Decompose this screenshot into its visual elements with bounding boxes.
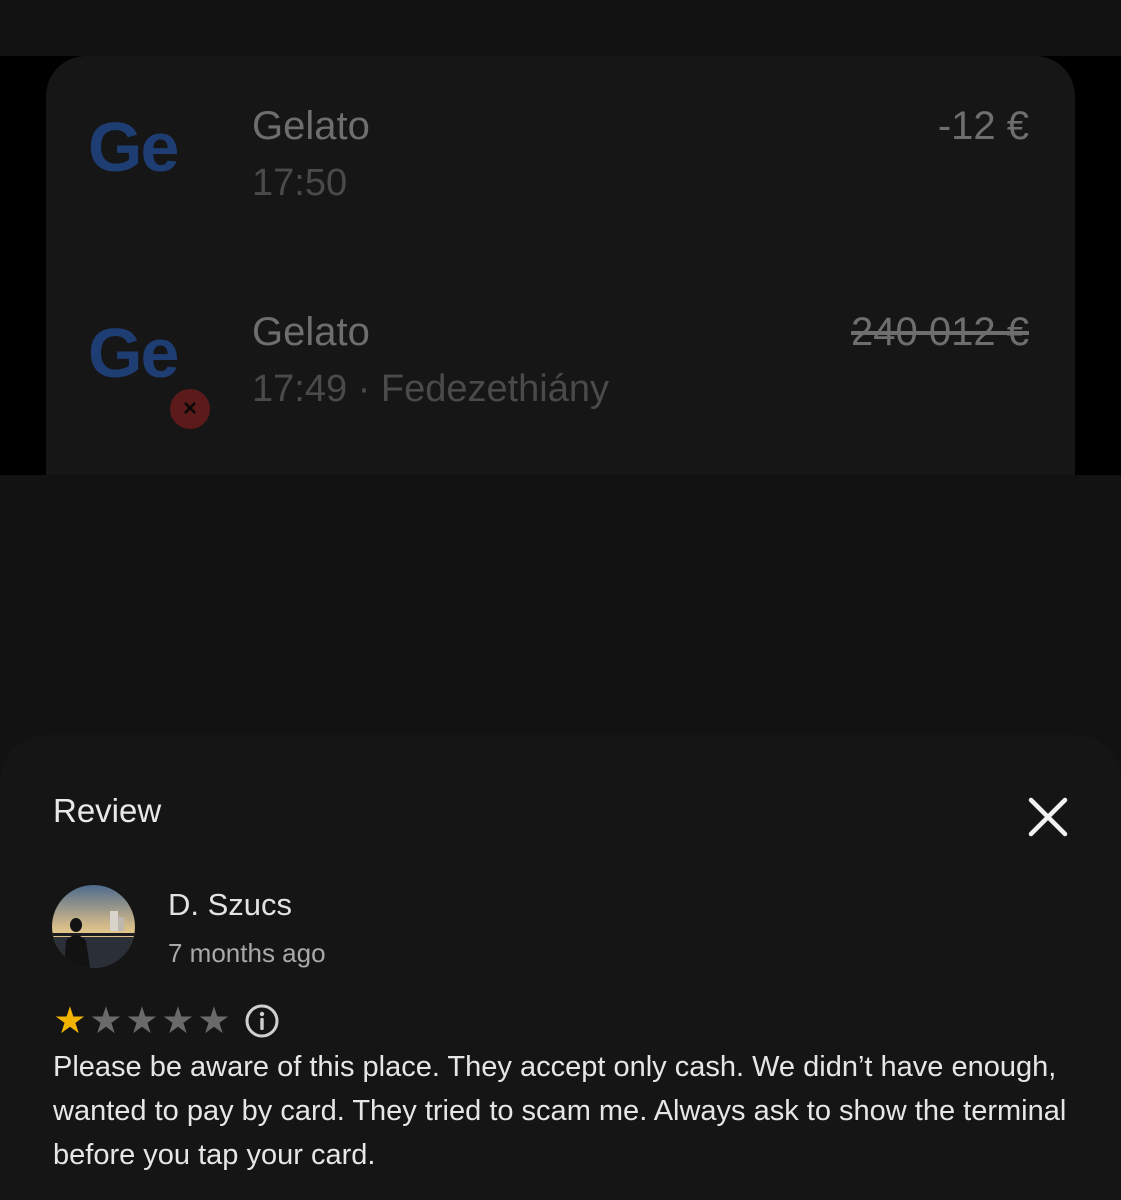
transaction-time-status: 17:49 · Fedezethiány [252,368,610,410]
transaction-row-declined[interactable]: Ge × Gelato 17:49 · Fedezethiány 240 012… [46,302,1075,452]
star-icon-empty: ★ [197,999,231,1042]
merchant-name: Gelato [252,310,370,354]
star-icon-filled: ★ [53,999,87,1042]
star-icon-empty: ★ [125,999,159,1042]
review-sheet: Review D. Szucs 7 months ago ★ ★ ★ ★ ★ P… [0,735,1121,1200]
close-icon[interactable] [1022,791,1074,843]
merchant-name: Gelato [252,104,370,148]
merchant-logo: Ge [88,108,179,186]
transaction-amount: -12 € [937,104,1029,148]
transactions-card: Ge Gelato 17:50 -12 € Ge × Gelato 17:49 … [46,56,1075,516]
avatar[interactable] [52,885,135,968]
transaction-time: 17:50 [252,162,348,204]
review-text: Please be aware of this place. They acce… [53,1051,1067,1171]
review-time: 7 months ago [168,938,326,968]
star-icon-empty: ★ [89,999,123,1042]
screen: Ge Gelato 17:50 -12 € Ge × Gelato 17:49 … [0,0,1121,1200]
declined-x-icon: × [167,386,213,432]
reviewer-name[interactable]: D. Szucs [168,887,292,923]
info-icon[interactable] [244,1003,280,1039]
sheet-title: Review [53,792,162,829]
top-strip [0,0,1121,56]
star-icon-empty: ★ [161,999,195,1042]
transaction-amount-struck: 240 012 € [851,310,1029,354]
merchant-logo: Ge [88,314,179,392]
transaction-row[interactable]: Ge Gelato 17:50 -12 € [46,96,1075,246]
star-rating: ★ ★ ★ ★ ★ [52,1001,280,1041]
